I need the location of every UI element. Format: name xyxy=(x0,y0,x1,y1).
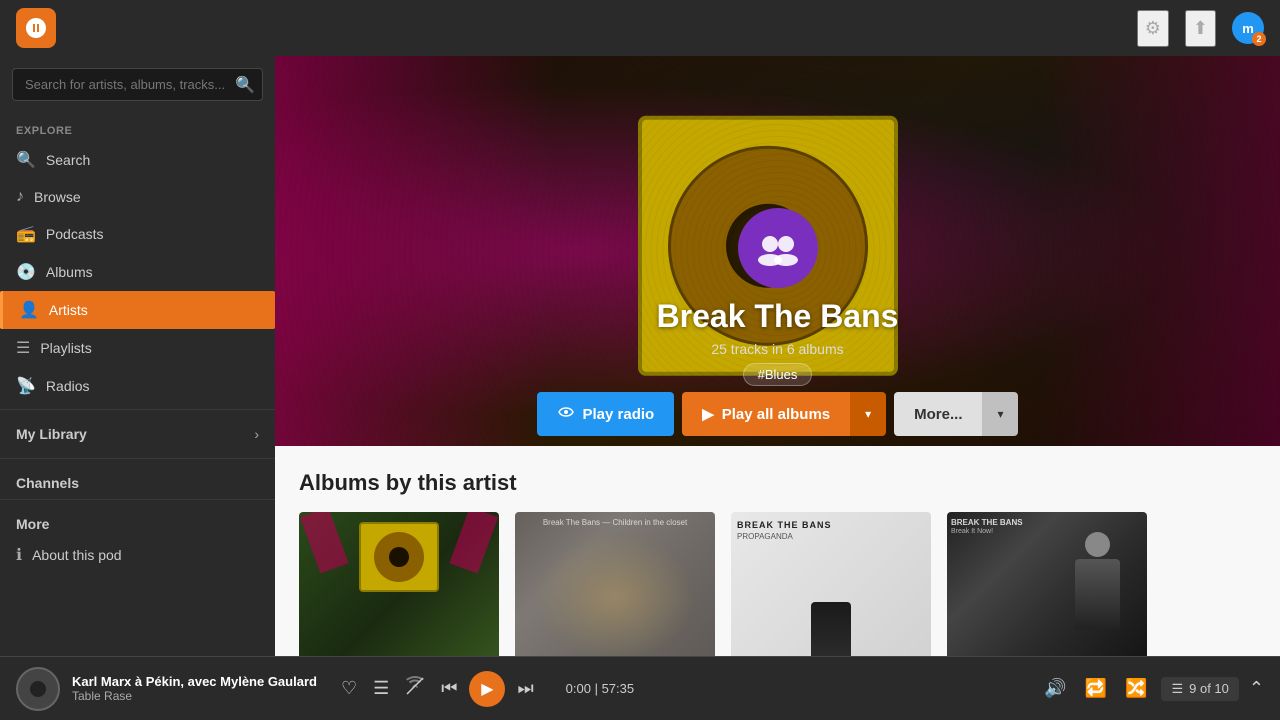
queue-info[interactable]: ☰ 9 of 10 xyxy=(1161,677,1238,701)
artist-tracks-info: 25 tracks in 6 albums xyxy=(711,341,843,357)
play-all-button[interactable]: ▶ Play all albums xyxy=(682,392,850,436)
channels-label: Channels xyxy=(0,463,275,495)
sidebar-item-label: Browse xyxy=(34,189,81,205)
player-track-subtitle: Table Rase xyxy=(72,689,317,703)
explore-label: Explore xyxy=(0,113,275,141)
player-right-controls: 🔊 🔁 🔀 ☰ 9 of 10 ⌃ xyxy=(1040,674,1264,703)
prev-button[interactable]: ⏮ xyxy=(437,674,461,703)
like-button[interactable]: ♡ xyxy=(337,674,361,703)
sidebar-item-browse[interactable]: ♪ Browse xyxy=(0,179,275,215)
shuffle-button[interactable]: 🔀 xyxy=(1121,674,1151,703)
play-all-label: Play all albums xyxy=(722,406,830,423)
settings-button[interactable]: ⚙ xyxy=(1137,10,1169,47)
sidebar-item-search[interactable]: 🔍 Search xyxy=(0,141,275,179)
play-all-group: ▶ Play all albums ▾ xyxy=(682,392,886,436)
album-card[interactable]: BREAK THE BANS PROPAGANDA ▶ xyxy=(731,512,931,656)
albums-section: Albums by this artist BREAK THE BANS xyxy=(275,446,1280,656)
podcast-icon: 📻 xyxy=(16,224,36,244)
radio-icon: 📡 xyxy=(16,376,36,396)
playlist-icon: ☰ xyxy=(16,338,30,358)
divider xyxy=(0,499,275,500)
next-button[interactable]: ⏭ xyxy=(513,674,537,703)
sidebar-item-label: Search xyxy=(46,152,90,168)
divider xyxy=(0,409,275,410)
app-logo[interactable] xyxy=(16,8,56,48)
albums-section-title: Albums by this artist xyxy=(299,470,1256,496)
sidebar-item-label: Podcasts xyxy=(46,226,104,242)
artist-name: Break The Bans xyxy=(657,298,899,335)
more-group: More... ▾ xyxy=(894,392,1018,436)
volume-button[interactable]: 🔊 xyxy=(1040,674,1070,703)
sidebar-item-albums[interactable]: 💿 Albums xyxy=(0,253,275,291)
play-radio-button[interactable]: Play radio xyxy=(537,392,675,436)
sidebar-item-about[interactable]: ℹ About this pod xyxy=(0,536,275,574)
sidebar-item-label: About this pod xyxy=(32,547,122,563)
artist-genre-tag: #Blues xyxy=(743,363,813,386)
artist-hero: Break The Bans 25 tracks in 6 albums #Bl… xyxy=(275,56,1280,446)
queue-count: 9 of 10 xyxy=(1189,681,1229,696)
music-note-icon: ♪ xyxy=(16,188,24,206)
play-icon: ▶ xyxy=(702,405,714,423)
chevron-down-icon-more: ▾ xyxy=(997,407,1003,421)
album-card[interactable]: BREAK THE BANS Break It Now! ▶ xyxy=(947,512,1147,656)
player-info: Karl Marx à Pékin, avec Mylène Gaulard T… xyxy=(72,674,317,703)
chevron-down-icon: ▾ xyxy=(865,407,871,421)
disc-icon: 💿 xyxy=(16,262,36,282)
sidebar-item-label: Playlists xyxy=(40,340,91,356)
play-all-dropdown-button[interactable]: ▾ xyxy=(850,392,886,436)
main-layout: 🔍 Explore 🔍 Search ♪ Browse 📻 Podcasts 💿… xyxy=(0,56,1280,656)
top-bar: ⚙ ⬆ m 2 xyxy=(0,0,1280,56)
person-icon: 👤 xyxy=(19,300,39,320)
player-time: 0:00 | 57:35 xyxy=(566,681,634,696)
more-section-label: More xyxy=(0,504,275,536)
content-area: Break The Bans 25 tracks in 6 albums #Bl… xyxy=(275,56,1280,656)
album-card[interactable]: BREAK THE BANS ▶ xyxy=(299,512,499,656)
avatar-badge: 2 xyxy=(1252,32,1266,46)
player-track-title: Karl Marx à Pékin, avec Mylène Gaulard xyxy=(72,674,317,689)
queue-button[interactable]: ☰ xyxy=(369,674,393,703)
sidebar-item-podcasts[interactable]: 📻 Podcasts xyxy=(0,215,275,253)
album-thumbnail: BREAK THE BANS ▶ xyxy=(299,512,499,656)
player-thumbnail xyxy=(16,667,60,711)
upload-button[interactable]: ⬆ xyxy=(1185,10,1216,47)
sidebar-item-playlists[interactable]: ☰ Playlists xyxy=(0,329,275,367)
play-radio-label: Play radio xyxy=(583,406,655,423)
avatar[interactable]: m 2 xyxy=(1232,12,1264,44)
my-library-item[interactable]: My Library › xyxy=(0,414,275,454)
repeat-button[interactable]: 🔁 xyxy=(1081,674,1111,703)
player-bar: Karl Marx à Pékin, avec Mylène Gaulard T… xyxy=(0,656,1280,720)
sidebar-item-label: Radios xyxy=(46,378,90,394)
more-button[interactable]: More... xyxy=(894,392,982,436)
vinyl-center xyxy=(30,681,46,697)
queue-list-icon: ☰ xyxy=(1171,681,1183,697)
sidebar-item-label: Albums xyxy=(46,264,93,280)
album-thumbnail: BREAK THE BANS PROPAGANDA ▶ xyxy=(731,512,931,656)
player-controls: ♡ ☰ ⏮ ▶ ⏭ xyxy=(337,671,538,707)
no-wifi-button[interactable] xyxy=(401,672,429,705)
search-icon: 🔍 xyxy=(16,150,36,170)
artist-avatar xyxy=(738,208,818,288)
more-dropdown-button[interactable]: ▾ xyxy=(982,392,1018,436)
sidebar-item-label: Artists xyxy=(49,302,88,318)
divider xyxy=(0,458,275,459)
search-icon-button[interactable]: 🔍 xyxy=(235,75,255,95)
artist-info: Break The Bans 25 tracks in 6 albums #Bl… xyxy=(275,208,1280,386)
sidebar-item-radios[interactable]: 📡 Radios xyxy=(0,367,275,405)
sidebar-item-artists[interactable]: 👤 Artists xyxy=(0,291,275,329)
album-thumbnail: Break The Bans — Children in the closet … xyxy=(515,512,715,656)
album-card[interactable]: Break The Bans — Children in the closet … xyxy=(515,512,715,656)
search-box: 🔍 xyxy=(12,68,263,101)
sidebar: 🔍 Explore 🔍 Search ♪ Browse 📻 Podcasts 💿… xyxy=(0,56,275,656)
artist-actions: Play radio ▶ Play all albums ▾ More... xyxy=(275,392,1280,436)
album-thumbnail: BREAK THE BANS Break It Now! ▶ xyxy=(947,512,1147,656)
my-library-label: My Library xyxy=(16,426,87,442)
expand-button[interactable]: ⌃ xyxy=(1249,678,1264,699)
radio-wave-icon xyxy=(557,403,575,425)
chevron-right-icon: › xyxy=(254,426,259,442)
albums-grid: BREAK THE BANS ▶ Break The Bans — Chil xyxy=(299,512,1256,656)
play-pause-button[interactable]: ▶ xyxy=(469,671,505,707)
info-icon: ℹ xyxy=(16,545,22,565)
more-label: More... xyxy=(914,406,962,423)
search-input[interactable] xyxy=(12,68,263,101)
